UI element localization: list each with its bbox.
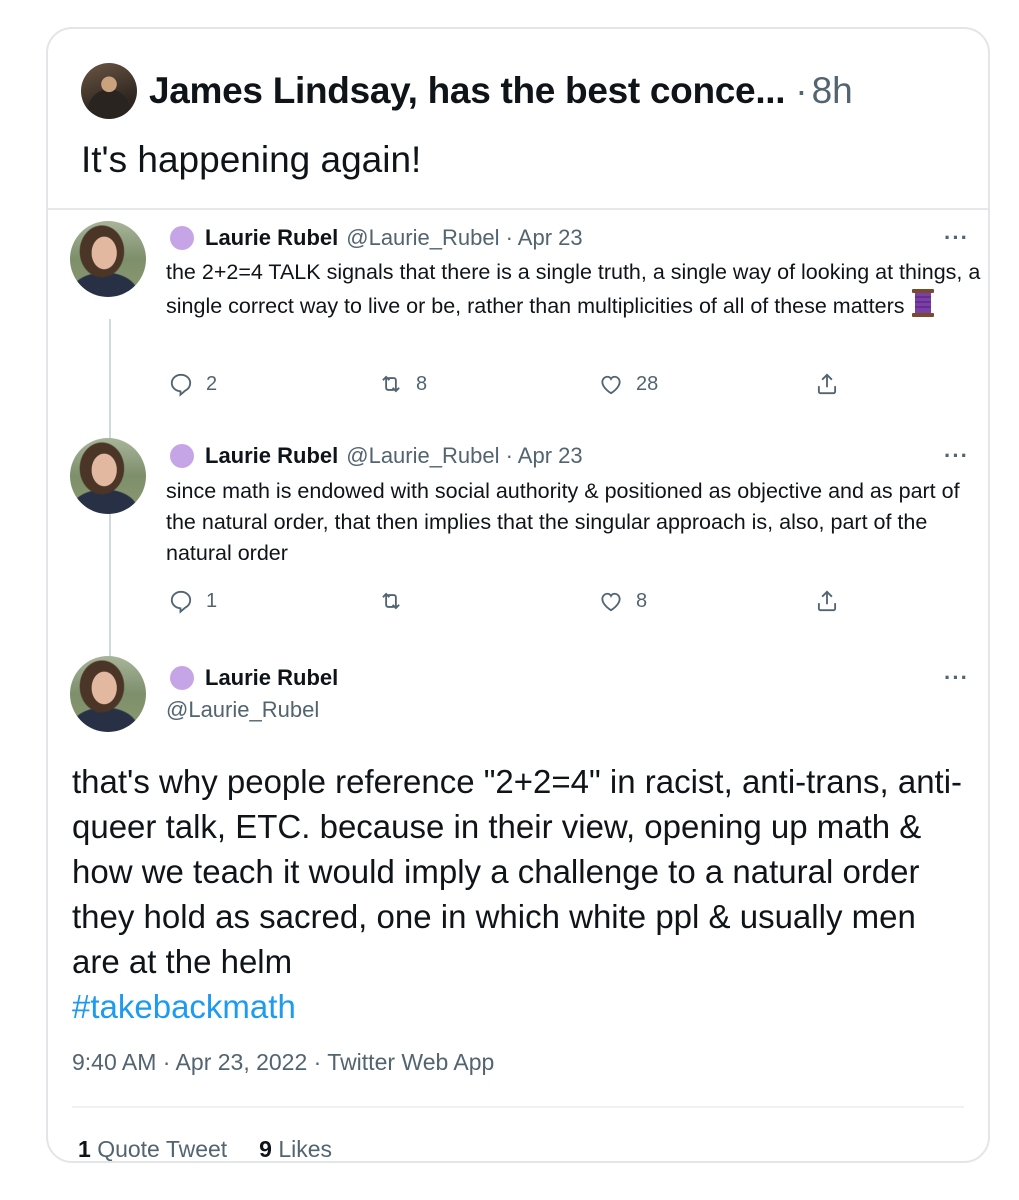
quote-time[interactable]: 8h bbox=[812, 70, 853, 112]
reply-count: 2 bbox=[206, 372, 218, 395]
tweet-header: Laurie Rubel @Laurie_Rubel · Apr 23 bbox=[170, 225, 583, 251]
reply-button[interactable]: 1 bbox=[168, 588, 217, 614]
profile-badge-icon bbox=[170, 666, 194, 690]
likes-count: 9 bbox=[259, 1136, 272, 1162]
heart-icon bbox=[601, 592, 621, 612]
more-options-icon[interactable]: ··· bbox=[944, 665, 969, 691]
spool-of-thread-icon bbox=[911, 288, 935, 327]
divider bbox=[48, 208, 988, 210]
quote-tweets-link[interactable]: 1 Quote Tweet bbox=[78, 1136, 228, 1162]
profile-badge-icon bbox=[170, 444, 194, 468]
tweet-actions: 1 8 bbox=[168, 588, 968, 622]
author-avatar[interactable] bbox=[70, 221, 146, 297]
author-name[interactable]: Laurie Rubel bbox=[205, 665, 338, 691]
author-handle-date[interactable]: @Laurie_Rubel · Apr 23 bbox=[346, 225, 582, 251]
reply-count: 1 bbox=[206, 589, 218, 612]
author-avatar[interactable] bbox=[70, 656, 146, 732]
quoter-avatar[interactable] bbox=[81, 63, 137, 119]
tweet-text-content: the 2+2=4 TALK signals that there is a s… bbox=[166, 260, 981, 319]
share-icon bbox=[817, 373, 837, 395]
quote-text: It's happening again! bbox=[81, 139, 422, 180]
like-count: 8 bbox=[636, 589, 648, 612]
reply-icon bbox=[170, 373, 192, 397]
quote-count: 1 bbox=[78, 1136, 91, 1162]
main-tweet-text-content: that's why people reference "2+2=4" in r… bbox=[72, 763, 963, 980]
main-tweet-header: Laurie Rubel bbox=[170, 665, 338, 691]
retweet-icon bbox=[382, 375, 400, 393]
more-options-icon[interactable]: ··· bbox=[944, 225, 969, 251]
retweet-count: 8 bbox=[416, 372, 428, 395]
tweet-text: since math is endowed with social author… bbox=[166, 479, 960, 565]
divider bbox=[72, 1106, 964, 1108]
author-name[interactable]: Laurie Rubel bbox=[205, 443, 338, 469]
main-tweet-text: that's why people reference "2+2=4" in r… bbox=[72, 759, 972, 1029]
likes-link[interactable]: 9 Likes bbox=[259, 1136, 333, 1162]
retweet-button[interactable]: 8 bbox=[378, 371, 427, 397]
heart-icon bbox=[601, 375, 621, 395]
quote-tweet-card[interactable]: James Lindsay, has the best conce... · 8… bbox=[46, 27, 990, 1163]
likes-label: Likes bbox=[278, 1136, 333, 1162]
share-button[interactable] bbox=[814, 371, 852, 397]
reply-icon bbox=[170, 590, 192, 614]
author-name[interactable]: Laurie Rubel bbox=[205, 225, 338, 251]
like-button[interactable]: 28 bbox=[598, 371, 658, 397]
quote-header: James Lindsay, has the best conce... · 8… bbox=[81, 63, 853, 119]
hashtag-link[interactable]: #takebackmath bbox=[72, 988, 296, 1025]
tweet-header: Laurie Rubel @Laurie_Rubel · Apr 23 bbox=[170, 443, 583, 469]
separator-dot: · bbox=[795, 70, 808, 111]
tweet-actions: 2 8 28 bbox=[168, 371, 968, 405]
retweet-icon bbox=[382, 592, 400, 610]
like-count: 28 bbox=[636, 372, 659, 395]
share-button[interactable] bbox=[814, 588, 852, 614]
profile-badge-icon bbox=[170, 226, 194, 250]
author-handle[interactable]: @Laurie_Rubel bbox=[166, 697, 319, 723]
tweet-timestamp[interactable]: 9:40 AM · Apr 23, 2022 · Twitter Web App bbox=[72, 1049, 494, 1076]
share-icon bbox=[817, 590, 837, 612]
like-button[interactable]: 8 bbox=[598, 588, 647, 614]
retweet-button[interactable] bbox=[378, 588, 416, 614]
quoter-name[interactable]: James Lindsay, has the best conce... bbox=[149, 70, 786, 112]
engagement-stats: 1 Quote Tweet 9 Likes bbox=[78, 1136, 333, 1162]
more-options-icon[interactable]: ··· bbox=[944, 443, 969, 469]
author-avatar[interactable] bbox=[70, 438, 146, 514]
tweet-text: the 2+2=4 TALK signals that there is a s… bbox=[166, 257, 986, 327]
author-handle-date[interactable]: @Laurie_Rubel · Apr 23 bbox=[346, 443, 582, 469]
reply-button[interactable]: 2 bbox=[168, 371, 217, 397]
quote-label: Quote Tweet bbox=[97, 1136, 228, 1162]
